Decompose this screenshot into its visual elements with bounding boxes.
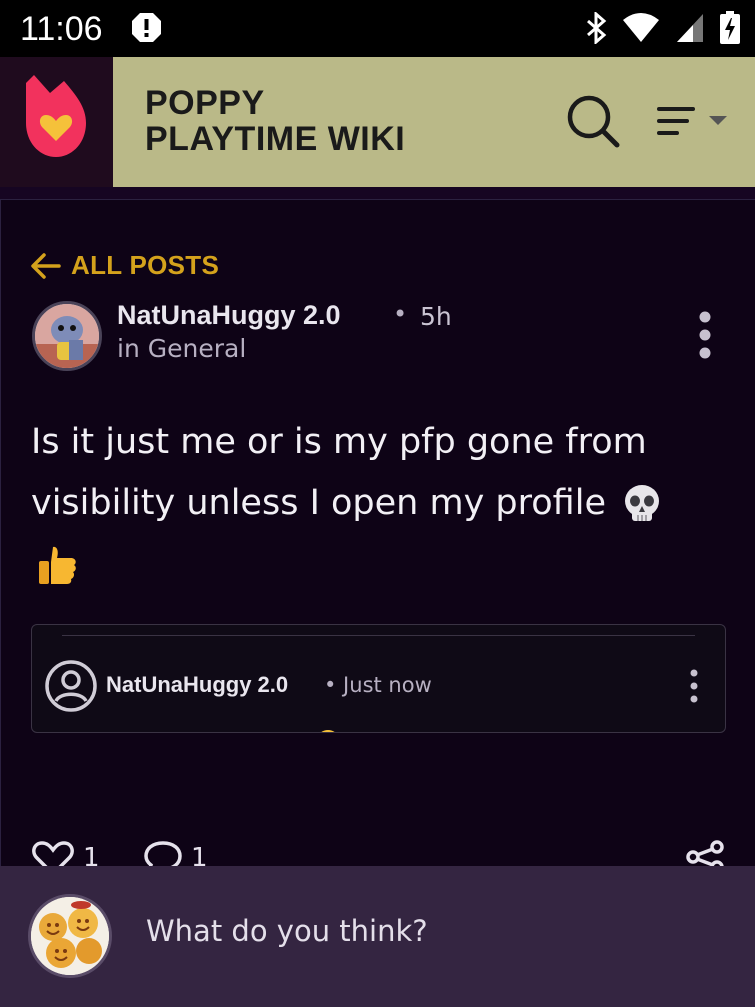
post-text: Is it just me or is my pfp gone from vis… [31, 422, 647, 523]
skull-emoji-icon [625, 485, 660, 521]
header-divider [0, 187, 755, 199]
meta-separator: • [393, 300, 408, 328]
wifi-icon [623, 13, 659, 42]
bluetooth-icon [587, 12, 607, 44]
fandom-flame-icon [26, 75, 86, 157]
more-options-icon[interactable] [691, 310, 719, 360]
arrow-left-icon [31, 252, 61, 279]
reply-emoji-peek-icon [321, 730, 335, 732]
wiki-title-line1: POPPY [145, 84, 265, 122]
all-posts-label: ALL POSTS [71, 250, 220, 280]
post-category[interactable]: in General [117, 334, 246, 363]
post-body: Is it just me or is my pfp gone from vis… [31, 412, 721, 595]
reply-preview[interactable]: NatUnaHuggy 2.0 • Just now [31, 624, 726, 733]
battery-icon [720, 11, 740, 44]
post-author[interactable]: NatUnaHuggy 2.0 [117, 300, 341, 331]
reply-divider [62, 635, 695, 636]
thumbs-up-emoji-icon [39, 546, 76, 584]
all-posts-link[interactable]: ALL POSTS [31, 250, 219, 281]
reply-author[interactable]: NatUnaHuggy 2.0 [106, 672, 288, 698]
post-card: ALL POSTS NatUnaHuggy 2.0 • 5h in Genera… [0, 199, 755, 876]
comment-bar [0, 866, 755, 1007]
wiki-title-line2: PLAYTIME WIKI [145, 120, 406, 158]
reply-time: • Just now [324, 673, 432, 697]
status-bar: 11:06 [0, 0, 755, 57]
status-time: 11:06 [20, 10, 103, 48]
author-avatar[interactable] [32, 301, 102, 371]
menu-icon[interactable] [655, 103, 735, 143]
alert-icon [132, 13, 161, 42]
search-icon[interactable] [565, 93, 621, 149]
current-user-avatar[interactable] [28, 894, 112, 978]
fandom-logo[interactable] [0, 57, 113, 187]
avatar-image [35, 304, 99, 368]
avatar-image [31, 897, 109, 975]
wiki-header: POPPY PLAYTIME WIKI [0, 57, 755, 187]
wiki-title-bar: POPPY PLAYTIME WIKI [113, 57, 755, 187]
default-avatar-icon [45, 660, 97, 712]
post-time: 5h [420, 302, 452, 331]
wiki-title[interactable]: POPPY PLAYTIME WIKI [145, 85, 465, 157]
reply-more-options-icon[interactable] [689, 669, 699, 703]
signal-icon [677, 14, 703, 42]
comment-input[interactable] [146, 914, 706, 948]
